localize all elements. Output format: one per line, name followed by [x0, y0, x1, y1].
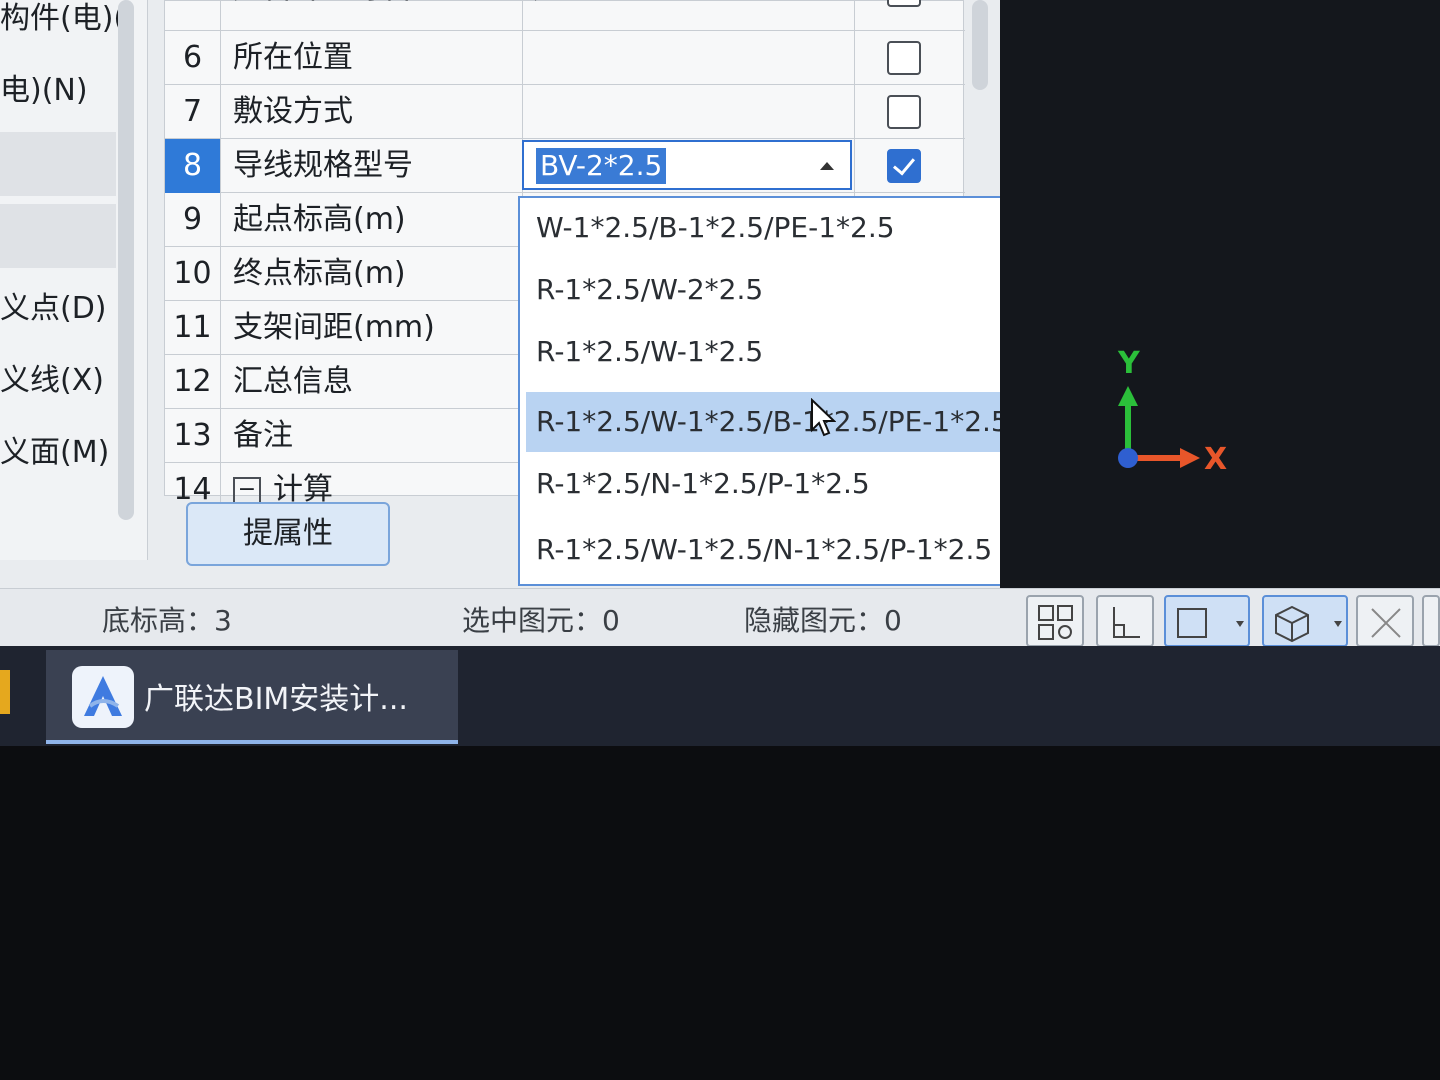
- property-check-cell: [855, 139, 955, 193]
- wire-spec-combo[interactable]: BV-2*2.5: [522, 140, 852, 190]
- property-name: 是否计量等否: [221, 0, 523, 31]
- property-checkbox[interactable]: [887, 0, 921, 7]
- property-checkbox-checked[interactable]: [887, 149, 921, 183]
- taskbar-app-item[interactable]: 广联达BIM安装计...: [46, 650, 458, 744]
- taskbar-folder-item[interactable]: [0, 670, 10, 714]
- 3d-viewport[interactable]: Y X: [1000, 0, 1440, 590]
- application-window: 构件(电)( 电)(N) 义点(D) 义线(X) 义面(M) 是否计量等否 是 …: [0, 0, 1440, 647]
- close-view-button[interactable]: [1356, 595, 1414, 647]
- table-row[interactable]: 是否计量等否 是: [165, 0, 965, 31]
- dropdown-option-hovered[interactable]: R-1*2.5/W-1*2.5/B-1*2.5/PE-1*2.5: [526, 392, 1032, 452]
- dropdown-option[interactable]: R-1*2.5/W-1*2.5: [526, 322, 1032, 382]
- row-number: 8: [165, 139, 221, 193]
- property-value[interactable]: 是: [523, 0, 855, 31]
- sidebar-item-define-line[interactable]: 义线(X): [0, 352, 118, 410]
- property-name: 备注: [221, 409, 523, 463]
- sidebar-item-define-face[interactable]: 义面(M): [0, 424, 118, 482]
- sidebar-scrollbar[interactable]: [118, 0, 134, 520]
- row-number: 11: [165, 301, 221, 355]
- status-selected-count: 选中图元：0: [462, 604, 620, 637]
- table-row[interactable]: 7 敷设方式: [165, 85, 965, 139]
- sidebar-item-component[interactable]: 构件(电)(: [0, 0, 118, 48]
- mouse-pointer-icon: [811, 398, 836, 437]
- property-name: 导线规格型号: [221, 139, 523, 193]
- property-checkbox[interactable]: [887, 95, 921, 129]
- row-number: 13: [165, 409, 221, 463]
- taskbar-app-label: 广联达BIM安装计...: [144, 682, 408, 717]
- property-value[interactable]: [523, 85, 855, 139]
- grid-scrollbar[interactable]: [972, 0, 988, 90]
- sidebar-item-blank-1[interactable]: [0, 132, 116, 196]
- extract-properties-button[interactable]: 提属性: [186, 502, 390, 566]
- property-name: 支架间距(mm): [221, 301, 523, 355]
- property-value[interactable]: [523, 31, 855, 85]
- row-number: 9: [165, 193, 221, 247]
- status-hidden-count: 隐藏图元：0: [744, 604, 902, 637]
- property-name: 终点标高(m): [221, 247, 523, 301]
- taskbar: 广联达BIM安装计...: [0, 646, 1440, 746]
- view-box-button[interactable]: [1164, 595, 1250, 647]
- row-number: 7: [165, 85, 221, 139]
- grid-view-button[interactable]: [1026, 595, 1084, 647]
- property-check-cell: [855, 0, 955, 31]
- dropdown-option[interactable]: W-1*2.5/B-1*2.5/PE-1*2.5: [526, 198, 1032, 258]
- axis-x-label: X: [1204, 442, 1228, 477]
- table-row[interactable]: 6 所在位置: [165, 31, 965, 85]
- row-number: [165, 0, 221, 31]
- sidebar-item-define-point[interactable]: 义点(D): [0, 280, 118, 338]
- property-check-cell: [855, 85, 955, 139]
- property-name: 敷设方式: [221, 85, 523, 139]
- row-number: 10: [165, 247, 221, 301]
- sidebar-item-blank-2[interactable]: [0, 204, 116, 268]
- dropdown-option[interactable]: R-1*2.5/W-1*2.5/N-1*2.5/P-1*2.5: [526, 520, 1032, 580]
- more-tools-button[interactable]: [1422, 595, 1440, 647]
- property-name: 汇总信息: [221, 355, 523, 409]
- collapse-toggle-icon[interactable]: −: [233, 476, 261, 505]
- 3d-view-button[interactable]: [1262, 595, 1348, 647]
- dropdown-option[interactable]: R-1*2.5/W-2*2.5: [526, 260, 1032, 320]
- row-number: 12: [165, 355, 221, 409]
- status-bar: 底标高：3 选中图元：0 隐藏图元：0: [0, 588, 1440, 647]
- left-sidebar: 构件(电)( 电)(N) 义点(D) 义线(X) 义面(M): [0, 0, 148, 560]
- combo-selected-value: BV-2*2.5: [536, 148, 667, 184]
- chevron-up-icon[interactable]: [820, 162, 834, 170]
- close-icon: [1371, 608, 1401, 638]
- axis-y-label: Y: [1118, 346, 1140, 381]
- grid-layout-icon: [1038, 605, 1073, 640]
- cube-icon: [1275, 605, 1342, 643]
- sidebar-item-n[interactable]: 电)(N): [0, 62, 118, 120]
- property-checkbox[interactable]: [887, 41, 921, 75]
- square-icon: [1177, 608, 1244, 638]
- property-name: 起点标高(m): [221, 193, 523, 247]
- property-check-cell: [855, 31, 955, 85]
- ortho-icon: [1113, 607, 1140, 638]
- wire-spec-dropdown: W-1*2.5/B-1*2.5/PE-1*2.5 R-1*2.5/W-2*2.5…: [518, 196, 1074, 586]
- ortho-button[interactable]: [1096, 595, 1154, 647]
- dropdown-option[interactable]: R-1*2.5/N-1*2.5/P-1*2.5: [526, 454, 1032, 514]
- row-number: 6: [165, 31, 221, 85]
- property-name: 所在位置: [221, 31, 523, 85]
- app-logo-icon: [72, 666, 134, 728]
- status-bottom-elevation: 底标高：3: [102, 604, 232, 637]
